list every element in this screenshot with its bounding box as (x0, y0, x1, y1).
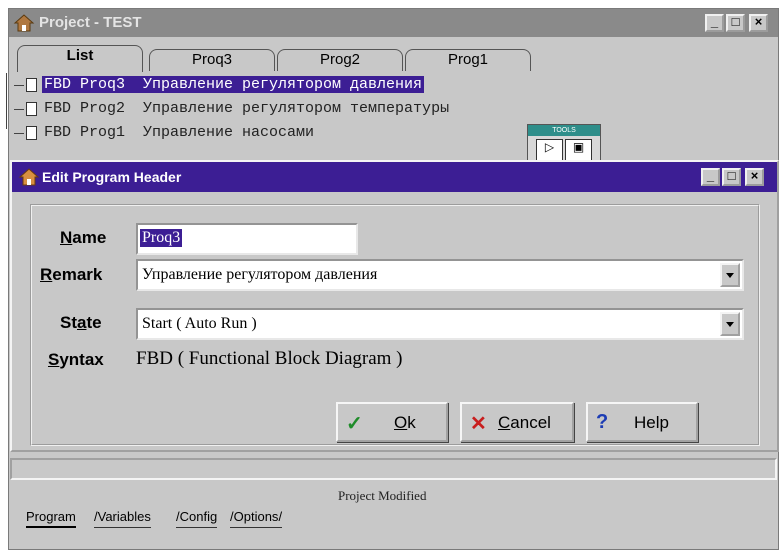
tab-proq3-label: Proq3 (191, 51, 233, 68)
dialog-title: Edit Program Header (42, 169, 182, 185)
tools-title: TOOLS (528, 125, 600, 136)
ok-button[interactable]: ✓ Ok (336, 402, 448, 442)
remark-label: Remark (40, 265, 103, 284)
tab-list-label: List (66, 47, 94, 64)
tools-palette[interactable]: TOOLS ▷ ▣ (527, 124, 601, 162)
state-combo[interactable]: Start ( Auto Run ) (136, 308, 744, 340)
tree-connector-line (6, 73, 7, 129)
dialog-close-button[interactable]: × (745, 168, 764, 186)
program-tabs: List Proq3 Prog2 Prog1 (17, 45, 777, 72)
tab-options[interactable]: /Options/ (230, 508, 283, 528)
tab-prog1[interactable]: Prog1 (405, 49, 531, 71)
status-text: Project Modified (338, 488, 427, 503)
tree-item-label: FBD Prog1 Управление насосами (44, 124, 315, 141)
document-icon (26, 78, 37, 92)
tab-variables-label: Variables (97, 509, 151, 524)
state-label: State (60, 313, 102, 332)
state-dropdown-button[interactable] (720, 312, 740, 336)
tab-config-label: Config (179, 509, 218, 524)
minimize-button[interactable]: _ (705, 14, 724, 32)
remark-dropdown-button[interactable] (720, 263, 740, 287)
tree-item-prog1[interactable]: FBD Prog1 Управление насосами (14, 123, 514, 145)
project-title-bar[interactable]: Project - TEST _ □ × (9, 9, 778, 37)
tab-variables[interactable]: /Variables (94, 508, 151, 528)
tab-program-label: Program (26, 509, 76, 524)
remark-value: Управление регулятором давления (142, 266, 378, 283)
tab-options-label: Options (233, 509, 279, 524)
remark-combo[interactable]: Управление регулятором давления (136, 259, 744, 291)
chevron-down-icon (726, 273, 734, 278)
dialog-title-bar[interactable]: Edit Program Header _ □ × (12, 162, 777, 192)
help-label: Help (634, 413, 669, 432)
close-button[interactable]: × (749, 14, 768, 32)
document-icon (26, 126, 37, 140)
tab-config[interactable]: /Config (176, 508, 218, 528)
help-question-icon: ? (596, 411, 609, 433)
dialog-maximize-button[interactable]: □ (722, 168, 741, 186)
edit-program-header-dialog: Edit Program Header _ □ × Name Proq3 Rem… (10, 160, 779, 452)
tab-list[interactable]: List (17, 45, 143, 72)
bottom-tabs: Program /Variables /Config /Options/ (10, 508, 710, 530)
tree-item-prog2[interactable]: FBD Prog2 Управление регулятором темпера… (14, 99, 634, 121)
tab-program[interactable]: Program (26, 508, 76, 528)
status-bar (10, 458, 777, 480)
help-button[interactable]: ? Help (586, 402, 698, 442)
tab-prog2-label: Prog2 (319, 51, 361, 68)
name-value: Proq3 (140, 229, 183, 247)
cancel-button[interactable]: ✕ Cancel (460, 402, 574, 442)
syntax-label: Syntax (48, 350, 104, 369)
document-icon (26, 102, 37, 116)
syntax-value: FBD ( Functional Block Diagram ) (136, 348, 403, 369)
tab-proq3[interactable]: Proq3 (149, 49, 275, 71)
cancel-x-icon: ✕ (470, 413, 487, 435)
maximize-button[interactable]: □ (726, 14, 745, 32)
tab-prog1-label: Prog1 (447, 51, 489, 68)
tab-prog2[interactable]: Prog2 (277, 49, 403, 71)
ok-check-icon: ✓ (346, 413, 363, 435)
tree-item-label: FBD Prog2 Управление регулятором темпера… (44, 100, 450, 117)
tree-item-proq3[interactable]: FBD Proq3 Управление регулятором давлени… (14, 75, 614, 97)
house-icon (13, 14, 35, 32)
name-field[interactable]: Proq3 (136, 223, 358, 255)
chevron-down-icon (726, 322, 734, 327)
house-icon (18, 168, 40, 186)
dialog-minimize-button[interactable]: _ (701, 168, 720, 186)
pointer-icon[interactable]: ▷ (536, 139, 563, 161)
state-value: Start ( Auto Run ) (142, 315, 257, 332)
name-label: Name (60, 228, 107, 247)
tree-item-label: FBD Proq3 Управление регулятором давлени… (42, 76, 425, 93)
block-tool-icon[interactable]: ▣ (565, 139, 592, 161)
project-title: Project - TEST (39, 14, 142, 31)
